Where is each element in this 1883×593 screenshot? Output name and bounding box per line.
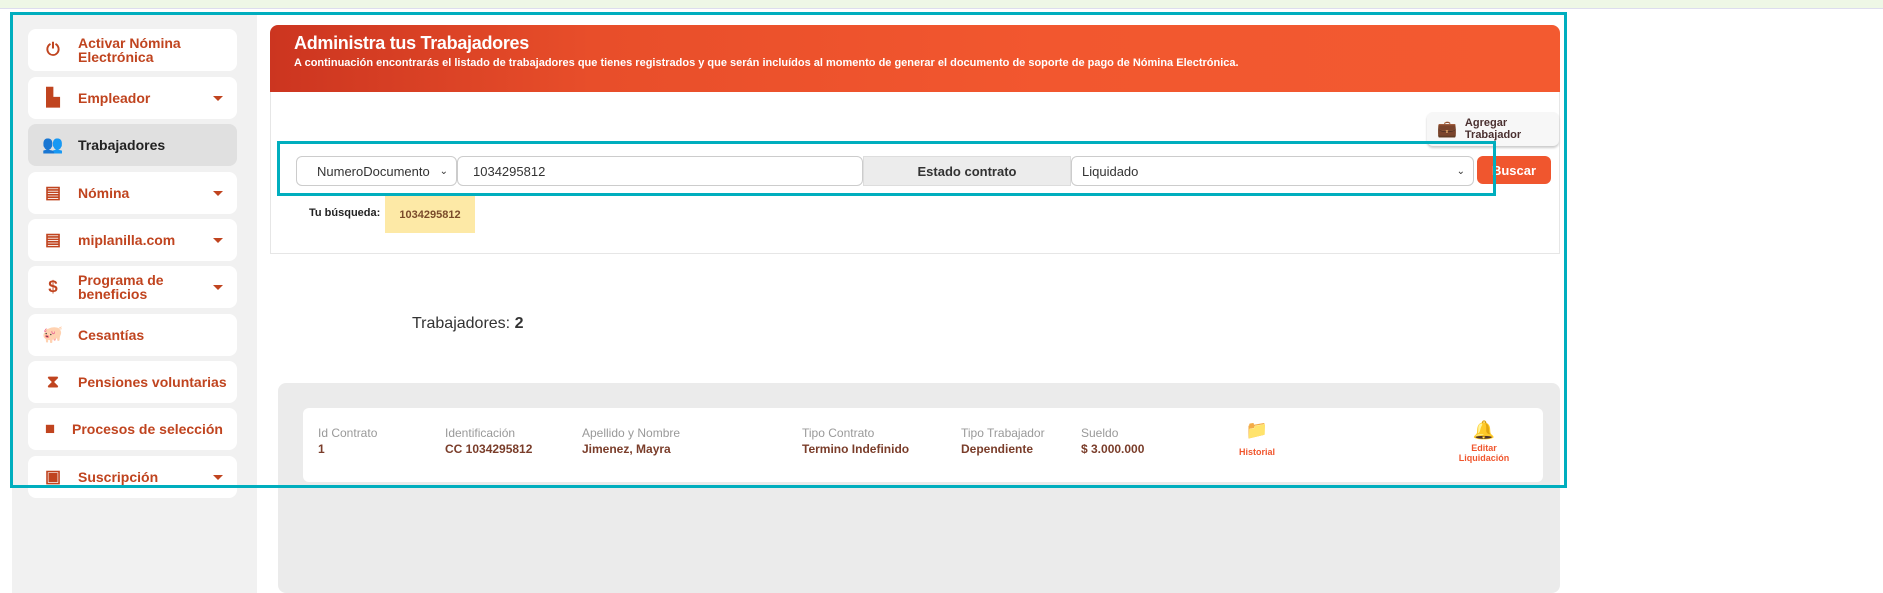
apellido-nombre: Apellido y Nombre Jimenez, Mayra <box>582 426 681 456</box>
search-field-select[interactable]: NumeroDocumento ⌄ <box>296 156 457 186</box>
page-header: Administra tus Trabajadores A continuaci… <box>270 25 1560 92</box>
sidebar-item-suscripcion[interactable]: ▣ Suscripción <box>28 456 237 498</box>
building-user-icon: ▙ <box>46 88 60 107</box>
piggy-bank-icon: 🐖 <box>42 325 64 344</box>
caret-down-icon <box>213 237 223 243</box>
folder-icon: 📁 <box>1245 420 1269 440</box>
chevron-down-icon: ⌄ <box>439 165 448 177</box>
power-icon: ⏻ <box>46 40 60 59</box>
sidebar-item-programa-beneficios[interactable]: $ Programa de beneficios <box>28 266 237 308</box>
bell-icon: 🔔 <box>1472 420 1496 440</box>
sueldo: Sueldo $ 3.000.000 <box>1081 426 1145 456</box>
top-strip <box>0 0 1883 9</box>
main-content: Administra tus Trabajadores A continuaci… <box>270 25 1560 593</box>
historial-button[interactable]: 📁 Historial <box>1227 420 1287 457</box>
sidebar-item-miplanilla[interactable]: ▤ miplanilla.com <box>28 219 237 261</box>
caret-down-icon <box>213 190 223 196</box>
invoice-dollar-icon: ▤ <box>44 183 62 202</box>
users-icon: 👥 <box>42 135 64 154</box>
sidebar-item-cesantias[interactable]: 🐖 Cesantías <box>28 314 237 356</box>
briefcase-plus-icon: 💼 <box>1437 121 1457 138</box>
sidebar: ⏻ Activar Nómina Electrónica ▙ Empleador 👥… <box>12 15 257 593</box>
your-search-label: Tu búsqueda: <box>309 207 381 219</box>
caret-down-icon <box>213 95 223 101</box>
worker-row: Id Contrato 1 Identificación CC 1034295812… <box>303 408 1543 482</box>
search-card: 💼 Agregar Trabajador NumeroDocumento ⌄ 10… <box>270 92 1560 254</box>
id-contrato: Id Contrato 1 <box>318 426 378 456</box>
sidebar-item-trabajadores[interactable]: 👥 Trabajadores <box>28 124 237 166</box>
worker-list: Id Contrato 1 Identificación CC 1034295812… <box>278 383 1560 593</box>
estado-contrato-select[interactable]: Liquidado ⌄ <box>1071 156 1474 186</box>
video-icon: ■ <box>44 419 56 438</box>
id-card-icon: ▣ <box>44 467 62 486</box>
tipo-trabajador: Tipo Trabajador Dependiente <box>961 426 1045 456</box>
search-chip[interactable]: 1034295812 <box>385 196 475 233</box>
identificacion: Identificación CC 1034295812 <box>445 426 533 456</box>
add-worker-button[interactable]: 💼 Agregar Trabajador <box>1427 112 1559 146</box>
worker-count: Trabajadores: 2 <box>412 315 524 332</box>
chevron-down-icon: ⌄ <box>1456 165 1465 177</box>
sidebar-item-pensiones[interactable]: ⧗ Pensiones voluntarias <box>28 361 237 403</box>
search-row: NumeroDocumento ⌄ 1034295812 Estado contr… <box>296 156 1551 186</box>
tipo-contrato: Tipo Contrato Termino Indefinido <box>802 426 910 456</box>
sidebar-item-empleador[interactable]: ▙ Empleador <box>28 77 237 119</box>
caret-down-icon <box>213 474 223 480</box>
estado-contrato-label: Estado contrato <box>863 156 1071 186</box>
search-input[interactable]: 1034295812 <box>457 156 863 186</box>
sidebar-item-activar-nomina[interactable]: ⏻ Activar Nómina Electrónica <box>28 29 237 71</box>
page-subtitle: A continuación encontrarás el listado de… <box>294 57 1239 69</box>
sidebar-item-nomina[interactable]: ▤ Nómina <box>28 172 237 214</box>
file-icon: ▤ <box>44 230 62 249</box>
search-button[interactable]: Buscar <box>1477 156 1551 184</box>
dollar-icon: $ <box>48 277 58 296</box>
page-title: Administra tus Trabajadores <box>294 33 529 53</box>
caret-down-icon <box>213 284 223 290</box>
hourglass-icon: ⧗ <box>47 372 59 391</box>
editar-liquidacion-button[interactable]: 🔔 Editar Liquidación <box>1454 420 1514 463</box>
sidebar-item-procesos-seleccion[interactable]: ■ Procesos de selección <box>28 408 237 450</box>
